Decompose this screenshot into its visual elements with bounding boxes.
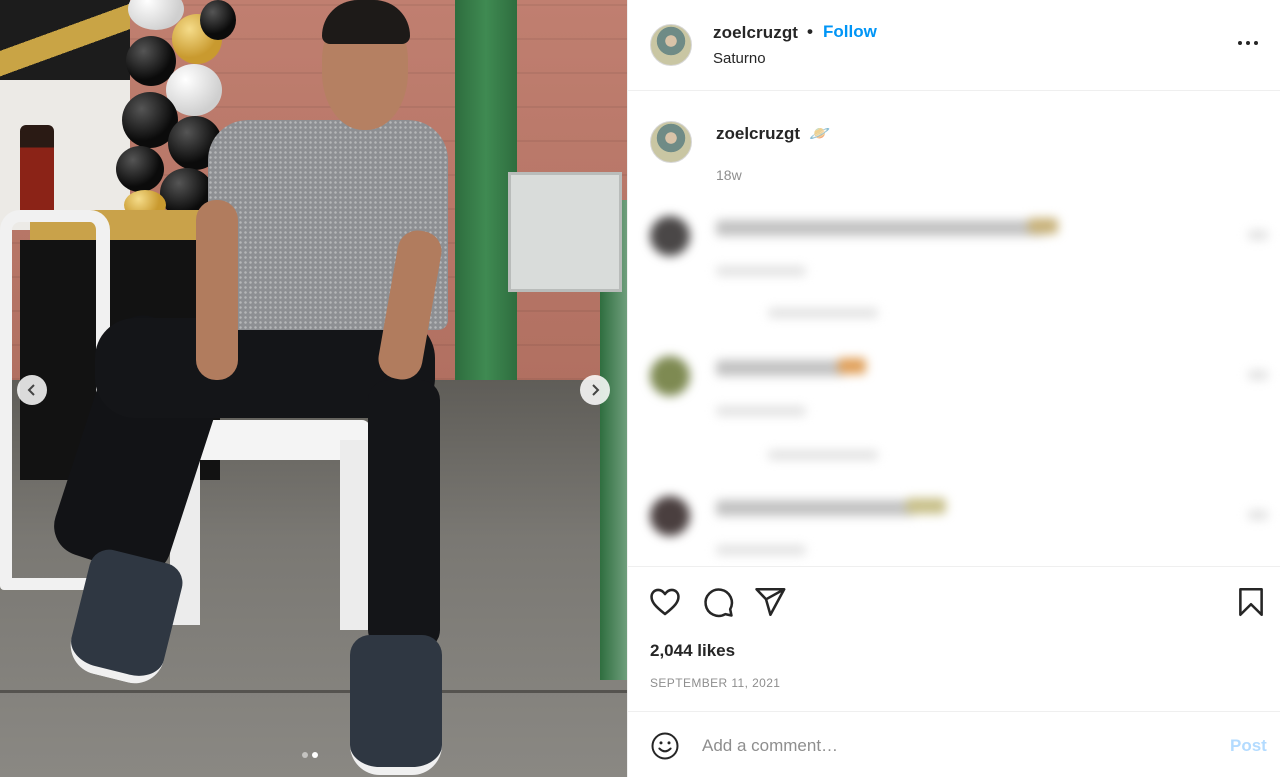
chevron-left-icon bbox=[27, 384, 35, 396]
comment-icon[interactable] bbox=[701, 585, 735, 619]
avatar[interactable] bbox=[650, 24, 692, 66]
blurred-avatar bbox=[650, 356, 690, 396]
carousel-next-button[interactable] bbox=[580, 375, 610, 405]
likes-count[interactable]: 2,044 likes bbox=[650, 641, 735, 661]
blurred-text bbox=[716, 406, 806, 416]
carousel-dot[interactable] bbox=[302, 752, 308, 758]
blurred-text bbox=[1248, 510, 1268, 520]
photo-person-shoe bbox=[350, 635, 442, 775]
send-icon[interactable] bbox=[753, 585, 787, 619]
post-header: zoelcruzgt • Follow Saturno bbox=[628, 0, 1280, 91]
blurred-text bbox=[716, 360, 846, 376]
photo-floor-line bbox=[0, 690, 627, 693]
blurred-comments bbox=[628, 200, 1280, 566]
heart-icon[interactable] bbox=[648, 585, 682, 619]
bookmark-icon[interactable] bbox=[1234, 585, 1268, 619]
carousel-dot-active[interactable] bbox=[312, 752, 318, 758]
caption-username[interactable]: zoelcruzgt bbox=[716, 124, 800, 144]
location-link[interactable]: Saturno bbox=[713, 50, 766, 67]
post-comment-button[interactable]: Post bbox=[1230, 736, 1267, 756]
chevron-right-icon bbox=[592, 384, 600, 396]
blurred-text bbox=[716, 500, 916, 516]
carousel-prev-button[interactable] bbox=[17, 375, 47, 405]
balloon bbox=[116, 146, 164, 192]
blurred-text bbox=[1028, 218, 1058, 234]
caption-text: 🪐 bbox=[809, 124, 831, 143]
caption-timestamp[interactable]: 18w bbox=[716, 167, 742, 183]
post-actions: 2,044 likes SEPTEMBER 11, 2021 bbox=[628, 566, 1280, 711]
photo-banner bbox=[0, 0, 130, 80]
photo-person-leg bbox=[368, 380, 440, 650]
balloon bbox=[200, 0, 236, 40]
post-details-panel: zoelcruzgt • Follow Saturno zoelcruzgt 🪐… bbox=[627, 0, 1280, 777]
photo-box bbox=[508, 172, 622, 292]
blurred-text bbox=[1248, 370, 1268, 380]
post-photo[interactable] bbox=[0, 0, 627, 777]
blurred-text bbox=[768, 450, 878, 460]
photo-bottle bbox=[20, 125, 54, 215]
blurred-text bbox=[906, 498, 946, 514]
blurred-text bbox=[716, 545, 806, 555]
blurred-text bbox=[1248, 230, 1268, 240]
blurred-avatar bbox=[650, 496, 690, 536]
photo-person-arm bbox=[196, 200, 238, 380]
blurred-text bbox=[768, 308, 878, 318]
header-username[interactable]: zoelcruzgt bbox=[713, 23, 798, 43]
comment-input[interactable] bbox=[702, 732, 1202, 760]
add-comment-bar: Post bbox=[628, 711, 1280, 777]
carousel-dots bbox=[302, 752, 318, 758]
blurred-text bbox=[716, 266, 806, 276]
follow-button[interactable]: Follow bbox=[823, 22, 877, 42]
more-options-icon[interactable] bbox=[1233, 33, 1263, 53]
post-date[interactable]: SEPTEMBER 11, 2021 bbox=[650, 676, 780, 690]
photo-chair-leg bbox=[340, 440, 370, 630]
comments-list-blurred bbox=[628, 200, 1280, 566]
blurred-text bbox=[716, 220, 1046, 236]
header-separator: • bbox=[807, 22, 813, 41]
blurred-text bbox=[838, 358, 866, 374]
caption-avatar[interactable] bbox=[650, 121, 692, 163]
post-caption: zoelcruzgt 🪐 18w bbox=[628, 91, 1280, 201]
emoji-icon[interactable] bbox=[650, 731, 680, 761]
blurred-avatar bbox=[650, 216, 690, 256]
